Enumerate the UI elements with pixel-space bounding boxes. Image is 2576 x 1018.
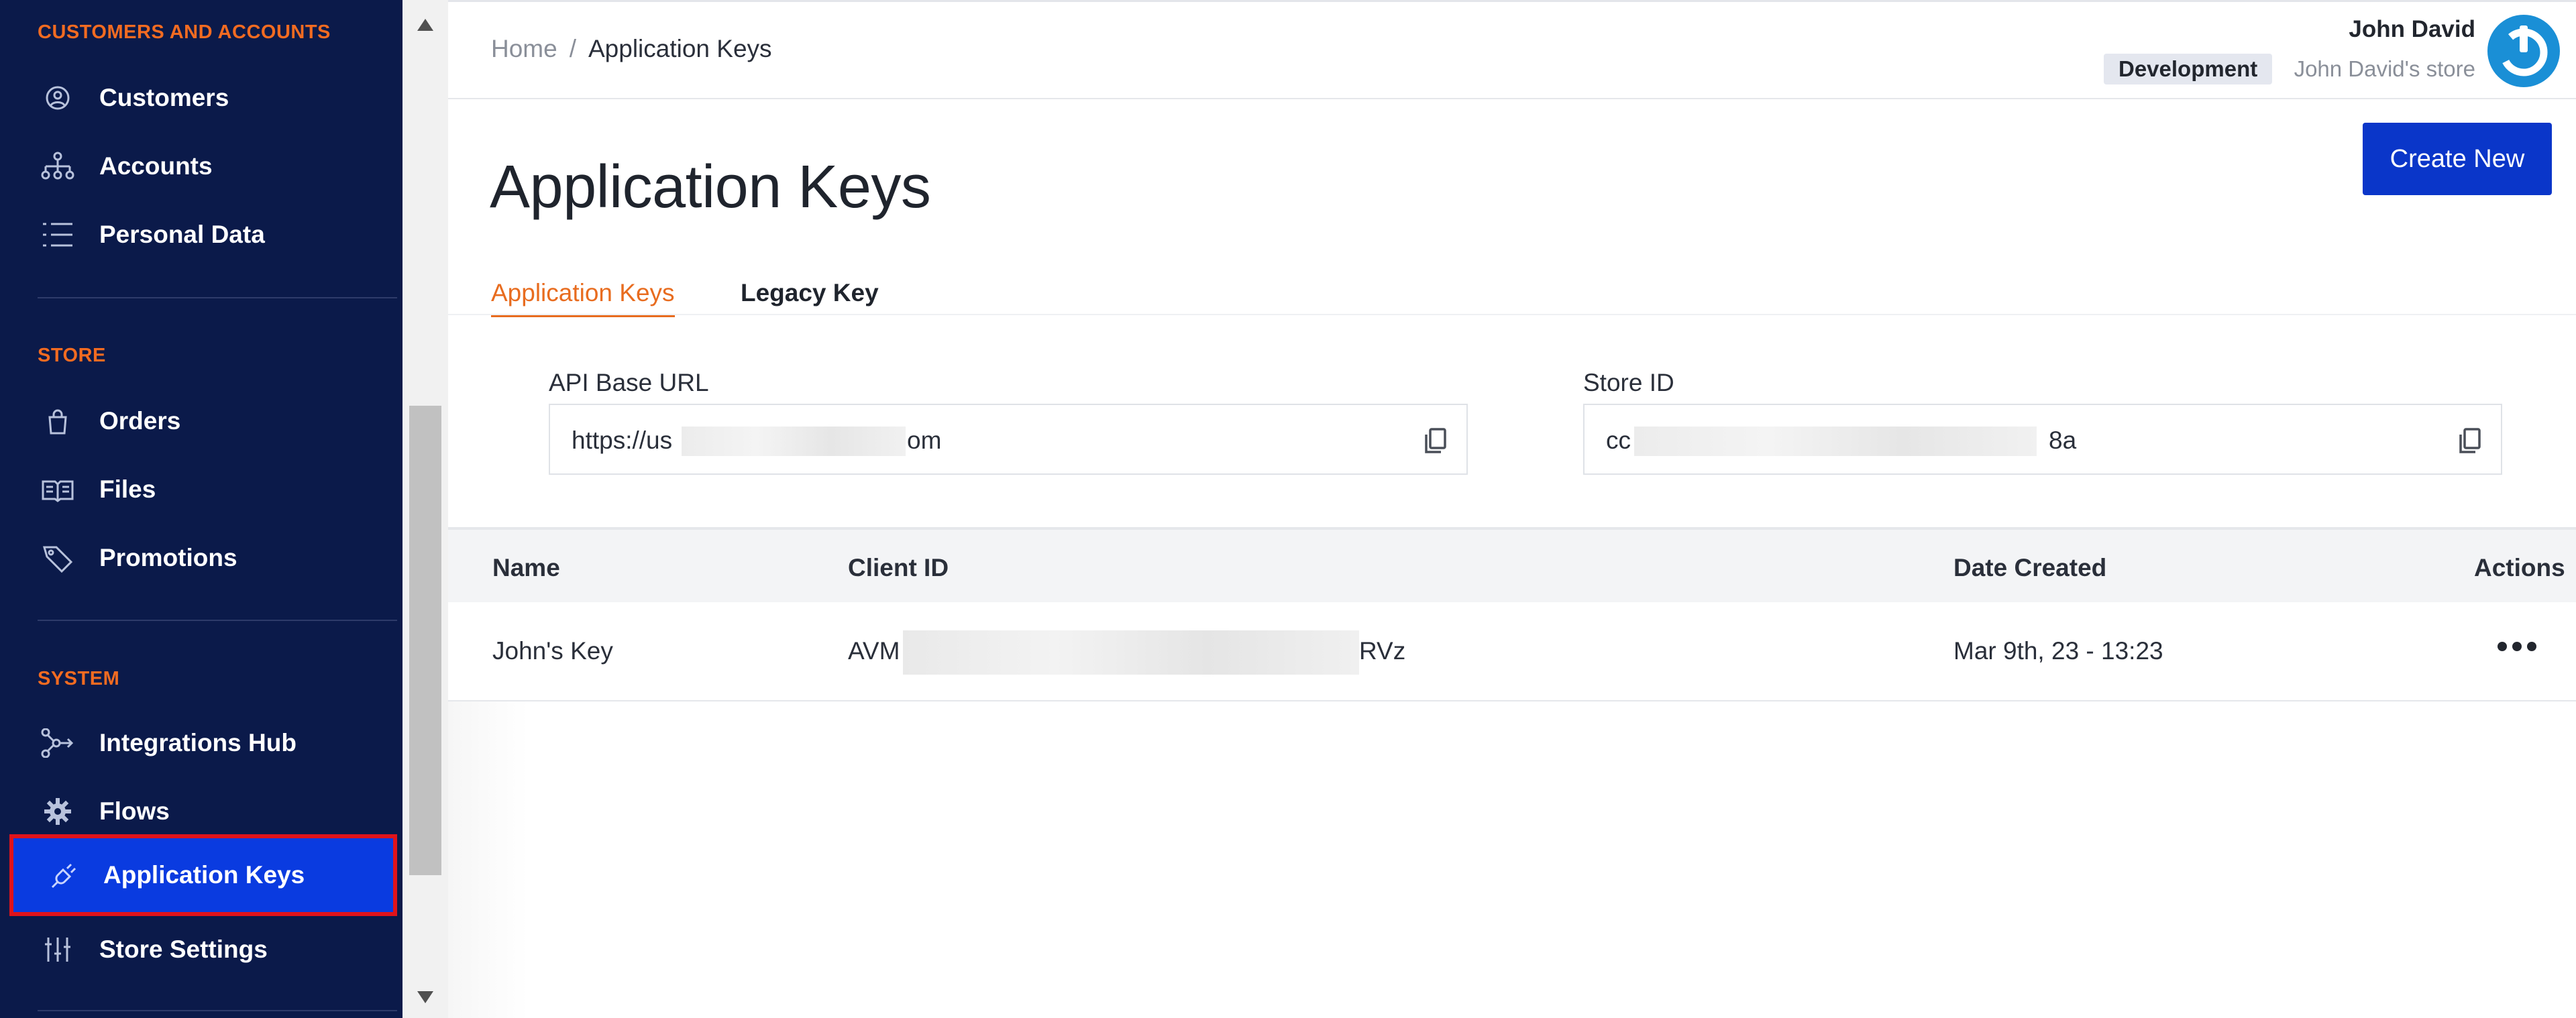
redacted-region: [1634, 427, 2037, 456]
store-id-label: Store ID: [1583, 369, 1674, 396]
breadcrumb-home-link[interactable]: Home: [491, 35, 557, 62]
tab-label: Application Keys: [491, 279, 675, 306]
sidebar-item-promotions[interactable]: Promotions: [0, 524, 402, 591]
sidebar-item-accounts[interactable]: Accounts: [0, 133, 402, 200]
sidebar-divider: [38, 1010, 397, 1011]
sidebar-item-label: Orders: [99, 407, 181, 435]
sidebar-item-application-keys[interactable]: Application Keys: [9, 834, 397, 916]
sidebar-item-orders[interactable]: Orders: [0, 388, 402, 455]
more-actions-icon[interactable]: [2490, 626, 2544, 667]
book-open-icon: [39, 475, 76, 504]
date-created: Mar 9th, 23 - 13:23: [1953, 637, 2163, 665]
content-empty-area: [448, 701, 2576, 1018]
sidebar-item-label: Application Keys: [103, 861, 305, 889]
copy-icon[interactable]: [1422, 427, 1449, 456]
breadcrumb-separator: /: [569, 35, 576, 62]
sidebar-item-label: Accounts: [99, 152, 213, 180]
breadcrumb-current: Application Keys: [588, 35, 772, 62]
table-header: Name Client ID Date Created Actions: [448, 530, 2576, 602]
sidebar-item-customers[interactable]: Customers: [0, 64, 402, 131]
scroll-up-arrow-icon[interactable]: [415, 16, 436, 34]
sidebar-item-integrations-hub[interactable]: Integrations Hub: [0, 710, 402, 777]
api-base-url-value-end: om: [907, 427, 942, 454]
sidebar-item-label: Store Settings: [99, 936, 268, 963]
store-id-value-start: cc: [1606, 427, 1631, 454]
key-name: John's Key: [492, 637, 613, 665]
column-header-date-created[interactable]: Date Created: [1953, 554, 2106, 582]
page-title: Application Keys: [490, 154, 931, 221]
column-header-name[interactable]: Name: [492, 554, 560, 582]
sidebar: CUSTOMERS AND ACCOUNTS Customers Account…: [0, 0, 402, 1018]
tab-legacy-key[interactable]: Legacy Key: [741, 279, 879, 307]
tabs-divider: [448, 314, 2576, 315]
section-label-store: STORE: [38, 345, 106, 366]
sidebar-item-label: Files: [99, 475, 156, 503]
sitemap-icon: [39, 152, 76, 181]
copy-icon[interactable]: [2457, 427, 2483, 456]
api-base-url-value-start: https://us: [572, 427, 673, 454]
tag-icon: [39, 543, 76, 573]
shopping-bag-icon: [39, 406, 76, 436]
client-id-end: RVz: [1359, 637, 1406, 665]
scroll-down-arrow-icon[interactable]: [415, 988, 436, 1006]
redacted-region: [903, 630, 1359, 675]
store-id-field[interactable]: cc 8a: [1583, 404, 2502, 475]
plug-icon: [43, 860, 80, 890]
sidebar-item-files[interactable]: Files: [0, 456, 402, 523]
sidebar-item-store-settings[interactable]: Store Settings: [0, 916, 402, 983]
gear-icon: [39, 797, 76, 826]
sliders-icon: [39, 935, 76, 964]
api-base-url-label: API Base URL: [549, 369, 709, 396]
header-divider: [448, 98, 2576, 99]
sidebar-item-label: Customers: [99, 84, 229, 111]
sidebar-divider: [38, 620, 397, 621]
column-header-actions: Actions: [2474, 554, 2565, 581]
api-base-url-field[interactable]: https://us om: [549, 404, 1468, 475]
tab-label: Legacy Key: [741, 279, 879, 306]
list-icon: [39, 220, 76, 249]
sidebar-scrollbar[interactable]: [402, 0, 448, 1018]
store-id-value-end: 8a: [2049, 427, 2077, 454]
power-logo-icon[interactable]: [2486, 13, 2561, 89]
hub-icon: [39, 728, 76, 758]
sidebar-item-label: Integrations Hub: [99, 729, 297, 756]
top-border: [448, 0, 2576, 2]
redacted-region: [682, 427, 906, 456]
column-header-client-id[interactable]: Client ID: [848, 554, 949, 582]
sidebar-item-label: Promotions: [99, 544, 237, 571]
create-new-button[interactable]: Create New: [2363, 123, 2552, 195]
sidebar-divider: [38, 297, 397, 298]
section-label-system: SYSTEM: [38, 668, 120, 689]
sidebar-item-label: Personal Data: [99, 221, 265, 248]
scrollbar-thumb[interactable]: [409, 406, 441, 875]
breadcrumb: Home / Application Keys: [491, 35, 772, 63]
sidebar-item-label: Flows: [99, 797, 170, 825]
section-label-customers-and-accounts: CUSTOMERS AND ACCOUNTS: [38, 21, 331, 43]
client-id-start: AVM: [848, 637, 900, 665]
table-row[interactable]: John's Key AVM RVz Mar 9th, 23 - 13:23: [448, 602, 2576, 701]
user-name[interactable]: John David: [2349, 16, 2475, 43]
tab-application-keys[interactable]: Application Keys: [491, 279, 675, 317]
sidebar-item-personal-data[interactable]: Personal Data: [0, 201, 402, 268]
user-circle-icon: [39, 83, 76, 113]
environment-badge: Development: [2104, 54, 2273, 84]
store-name[interactable]: John David's store: [2294, 56, 2475, 82]
